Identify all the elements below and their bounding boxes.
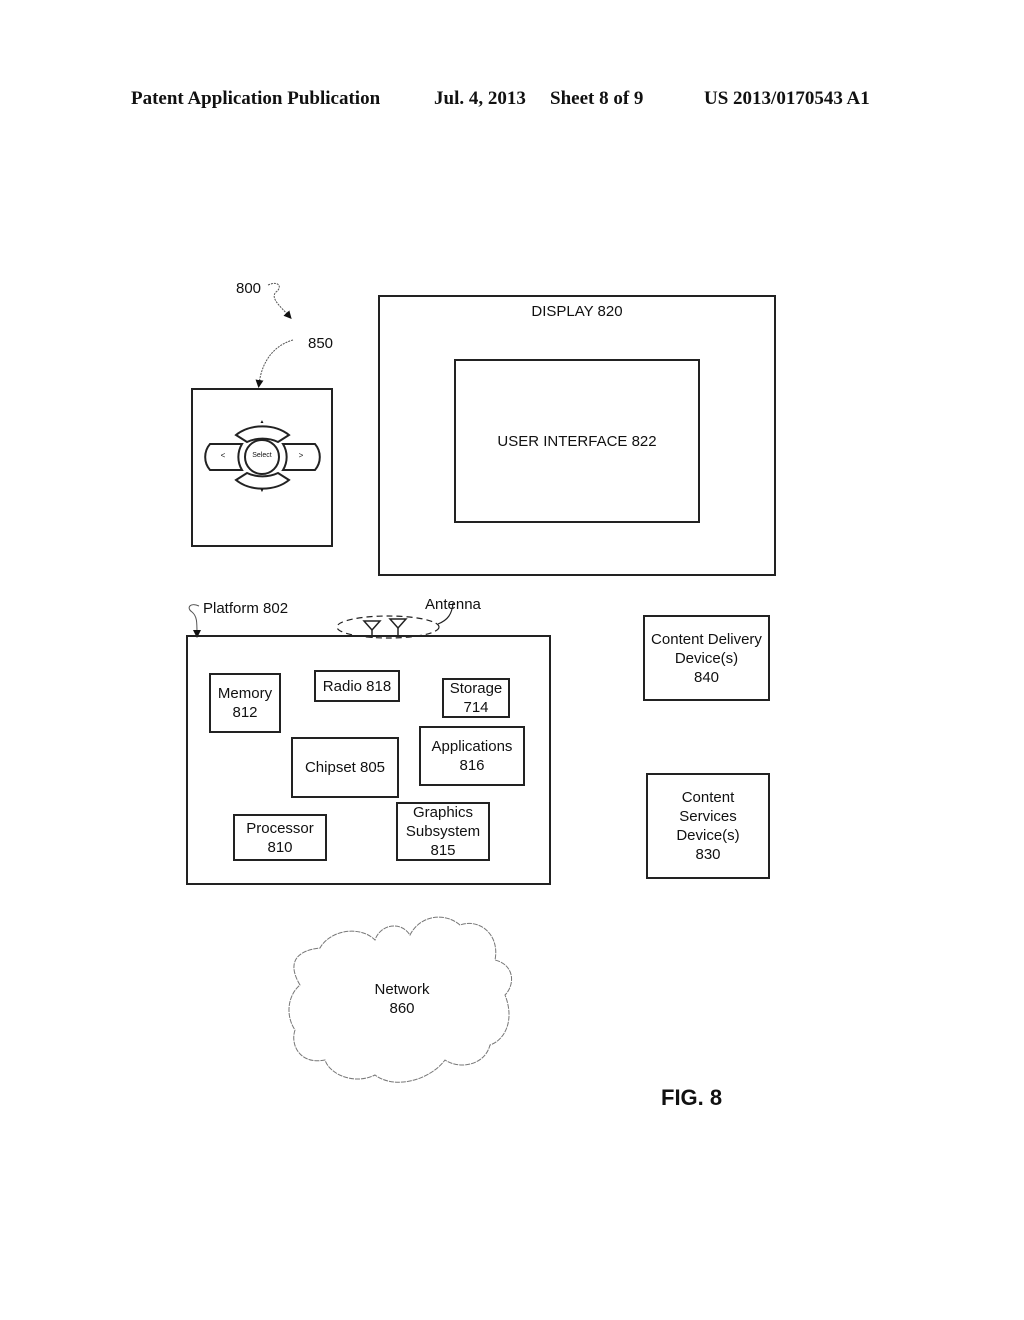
ref-800-arrow: [267, 282, 292, 319]
content-delivery-box: Content Delivery Device(s) 840: [643, 615, 770, 701]
diagram-graphics: [186, 282, 551, 1083]
memory-box: Memory 812: [209, 673, 281, 733]
applications-label: Applications: [431, 738, 513, 755]
graphics-label: Graphics: [412, 804, 474, 821]
processor-ref: 810: [267, 838, 293, 856]
antenna-label: Antenna: [425, 596, 481, 613]
network-label: Network: [374, 981, 430, 998]
storage-ref: 714: [463, 699, 489, 716]
ref-850-label: 850: [308, 335, 334, 352]
right-arrow-icon: >: [298, 451, 304, 460]
graphics-label-2: Subsystem: [405, 823, 481, 840]
down-arrow-icon: ▼: [259, 488, 265, 494]
left-arrow-icon: <: [220, 451, 226, 460]
graphics-ref: 815: [430, 842, 456, 859]
platform-arrow: [188, 604, 201, 638]
platform-label: Platform 802: [203, 600, 289, 617]
content-delivery-label-2: Device(s): [674, 649, 739, 667]
storage-box: Storage 714: [442, 678, 510, 718]
network-ref: 860: [389, 1000, 415, 1017]
processor-box: Processor 810: [233, 814, 327, 861]
processor-label: Processor: [246, 819, 314, 837]
user-interface-box: USER INTERFACE 822: [454, 359, 700, 523]
content-delivery-label: Content Delivery: [651, 630, 762, 648]
content-delivery-ref: 840: [693, 668, 720, 686]
ref-850-arrow: [255, 339, 294, 388]
applications-ref: 816: [459, 757, 485, 774]
display-title: DISPLAY 820: [531, 303, 623, 320]
graphics-subsystem-box: Graphics Subsystem 815: [396, 802, 490, 861]
figure-label: FIG. 8: [661, 1085, 723, 1110]
content-services-box: Content Services Device(s) 830: [646, 773, 770, 879]
content-services-label-3: Device(s): [676, 827, 740, 844]
chipset-label: Chipset 805: [304, 759, 386, 776]
memory-label: Memory: [217, 685, 273, 702]
radio-label: Radio 818: [322, 677, 392, 695]
antenna-group: [336, 615, 440, 639]
content-services-label-2: Services: [679, 808, 737, 825]
select-label: Select: [252, 452, 272, 459]
ref-800-label: 800: [236, 280, 262, 297]
content-services-label: Content: [681, 789, 735, 806]
applications-box: Applications 816: [419, 726, 525, 786]
storage-label: Storage: [449, 680, 503, 697]
chipset-box: Chipset 805: [291, 737, 399, 798]
content-services-ref: 830: [695, 846, 721, 863]
user-interface-label: USER INTERFACE 822: [497, 432, 657, 450]
radio-box: Radio 818: [314, 670, 400, 702]
memory-ref: 812: [232, 704, 258, 721]
up-arrow-icon: ▲: [259, 419, 265, 425]
